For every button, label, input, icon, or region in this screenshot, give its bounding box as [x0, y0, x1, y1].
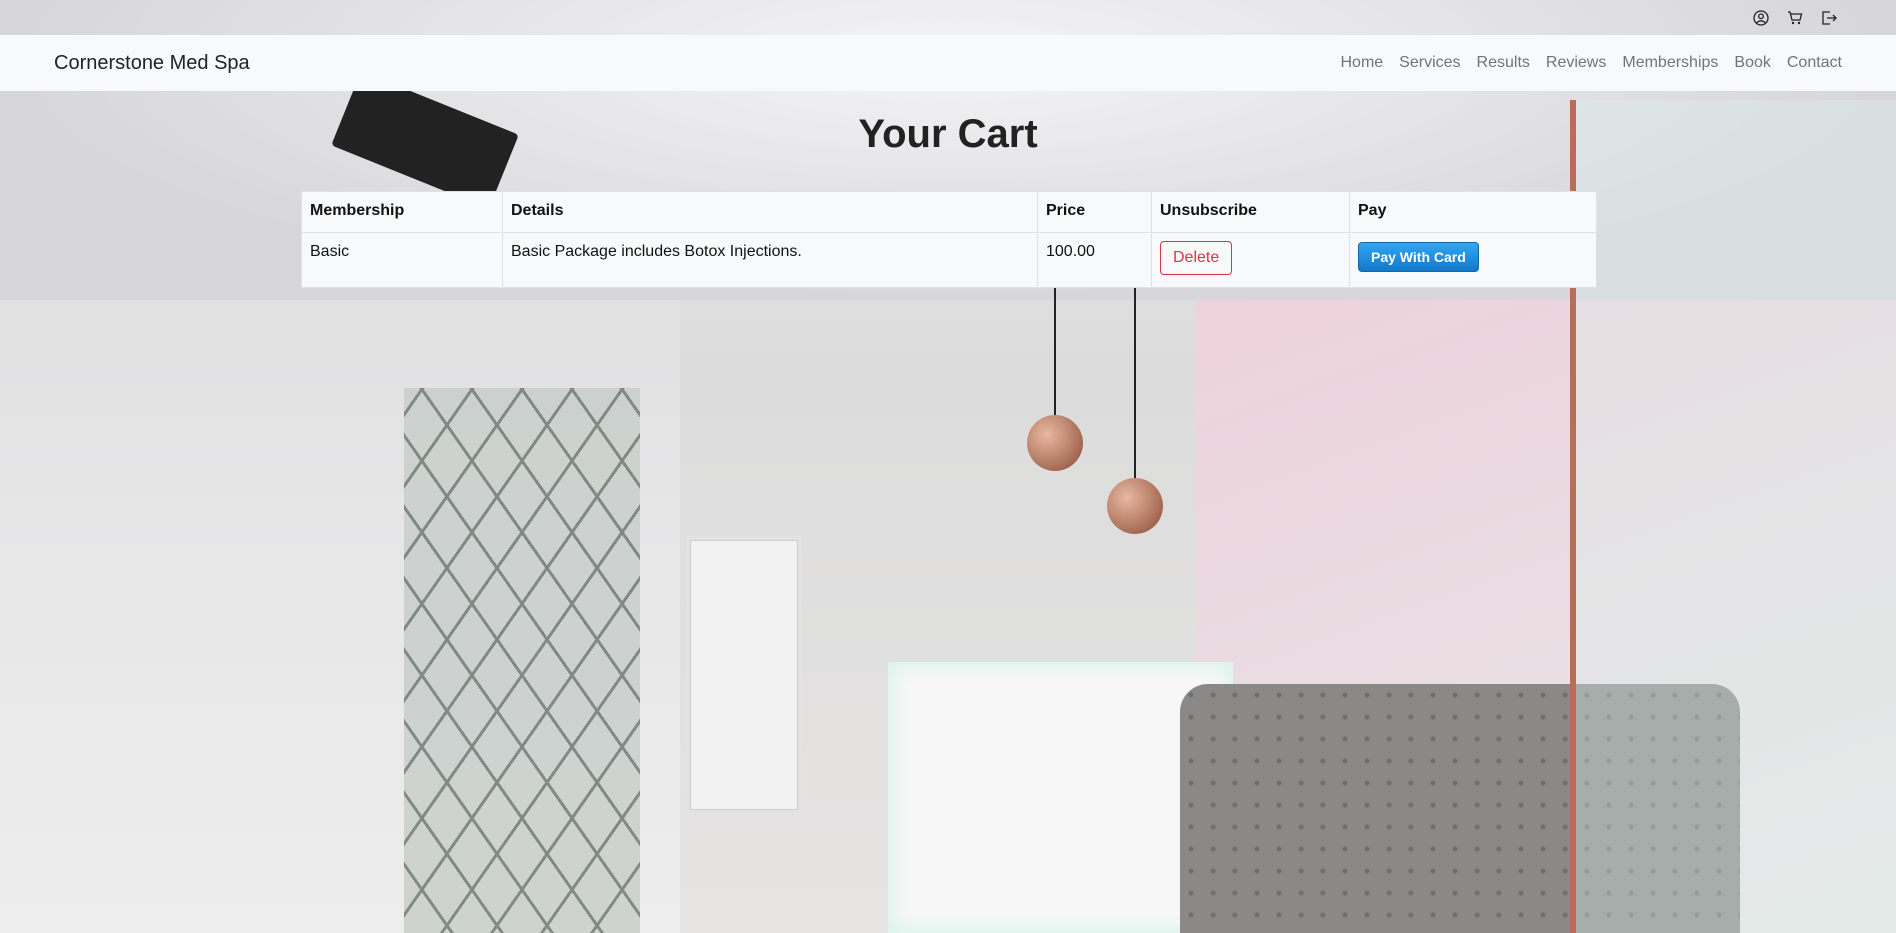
cart-table: Membership Details Price Unsubscribe Pay… — [301, 191, 1597, 288]
nav-reviews[interactable]: Reviews — [1538, 54, 1614, 72]
user-circle-icon[interactable] — [1752, 9, 1770, 27]
nav-links: Home Services Results Reviews Membership… — [1332, 54, 1842, 72]
utility-bar — [1752, 0, 1896, 35]
cell-membership: Basic — [301, 232, 503, 288]
page-title: Your Cart — [858, 112, 1038, 156]
navbar: Cornerstone Med Spa Home Services Result… — [0, 35, 1896, 91]
cart-icon[interactable] — [1786, 9, 1804, 27]
cell-details: Basic Package includes Botox Injections. — [502, 232, 1038, 288]
nav-services[interactable]: Services — [1391, 54, 1468, 72]
table-header-row: Membership Details Price Unsubscribe Pay — [301, 191, 1597, 233]
nav-memberships[interactable]: Memberships — [1614, 54, 1726, 72]
pay-with-card-button[interactable]: Pay With Card — [1358, 242, 1479, 272]
table-row: Basic Basic Package includes Botox Injec… — [301, 232, 1597, 288]
cell-unsubscribe: Delete — [1151, 232, 1350, 288]
header-membership: Membership — [301, 191, 503, 233]
brand-link[interactable]: Cornerstone Med Spa — [54, 52, 250, 75]
header-pay: Pay — [1349, 191, 1597, 233]
delete-button[interactable]: Delete — [1160, 241, 1233, 275]
logout-icon[interactable] — [1820, 9, 1838, 27]
cell-pay: Pay With Card — [1349, 232, 1597, 288]
nav-contact[interactable]: Contact — [1779, 54, 1842, 72]
header-details: Details — [502, 191, 1038, 233]
nav-home[interactable]: Home — [1332, 54, 1391, 72]
nav-results[interactable]: Results — [1469, 54, 1538, 72]
cell-price: 100.00 — [1037, 232, 1152, 288]
header-unsubscribe: Unsubscribe — [1151, 191, 1350, 233]
nav-book[interactable]: Book — [1726, 54, 1778, 72]
header-price: Price — [1037, 191, 1152, 233]
